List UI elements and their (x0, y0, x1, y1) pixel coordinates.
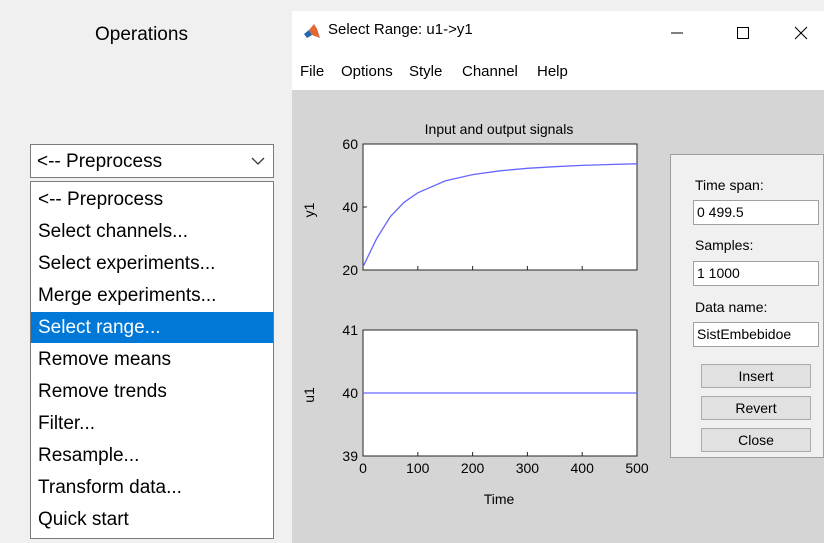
y-tick-label: 40 (342, 385, 358, 401)
combobox-value: <-- Preprocess (37, 151, 163, 172)
samples-field[interactable]: 1 1000 (693, 261, 819, 286)
top-axes-box[interactable] (362, 143, 638, 271)
dropdown-item[interactable]: Quick start (31, 504, 273, 535)
y-tick-label: 41 (342, 322, 358, 338)
maximize-icon[interactable] (720, 11, 766, 54)
chevron-down-icon[interactable] (243, 145, 273, 177)
select-range-window: Select Range: u1->y1 File Options Style … (292, 11, 824, 543)
data-name-field[interactable]: SistEmbebidoe (693, 322, 819, 347)
x-tick-label: 400 (571, 460, 595, 476)
menu-file[interactable]: File (300, 63, 324, 80)
dropdown-item[interactable]: Transform data... (31, 472, 273, 503)
samples-label: Samples: (695, 237, 754, 253)
y-tick-label: 40 (342, 199, 358, 215)
screen: Operations <-- Preprocess <-- Preprocess… (0, 0, 824, 543)
menu-options[interactable]: Options (341, 63, 393, 80)
close-button[interactable]: Close (701, 428, 811, 452)
data-name-label: Data name: (695, 299, 768, 315)
dropdown-item[interactable]: Select experiments... (31, 248, 273, 279)
time-span-field[interactable]: 0 499.5 (693, 200, 819, 225)
dropdown-item[interactable]: Filter... (31, 408, 273, 439)
range-side-panel: Time span: 0 499.5 Samples: 1 1000 Data … (670, 154, 824, 458)
menu-help[interactable]: Help (537, 63, 568, 80)
x-tick-label: 500 (625, 460, 649, 476)
menu-style[interactable]: Style (409, 63, 442, 80)
operations-dropdown-list: <-- Preprocess Select channels... Select e… (30, 181, 274, 539)
menu-channel[interactable]: Channel (462, 63, 518, 80)
x-tick-label: 0 (359, 460, 367, 476)
dropdown-item[interactable]: Remove trends (31, 376, 273, 407)
bottom-ylabel: u1 (301, 387, 317, 403)
dropdown-item[interactable]: Select range... (31, 312, 273, 343)
revert-button[interactable]: Revert (701, 396, 811, 420)
menu-bar: File Options Style Channel Help (292, 54, 824, 90)
figure-area: Input and output signals 60 40 20 y1 41 40 3… (292, 90, 824, 543)
plots-svg: Input and output signals 60 40 20 y1 41 40 3… (301, 121, 649, 507)
dropdown-item[interactable]: Resample... (31, 440, 273, 471)
window-title: Select Range: u1->y1 (328, 21, 473, 38)
time-span-label: Time span: (695, 177, 764, 193)
x-tick-label: 100 (406, 460, 430, 476)
operations-title: Operations (95, 24, 188, 45)
y-tick-label: 20 (342, 262, 358, 278)
x-tick-label: 300 (516, 460, 540, 476)
dropdown-item[interactable]: <-- Preprocess (31, 184, 273, 215)
plot-title: Input and output signals (425, 121, 574, 137)
x-axis-label: Time (484, 491, 515, 507)
y-tick-label: 39 (342, 448, 358, 464)
minimize-icon[interactable] (654, 11, 700, 54)
x-tick-label: 200 (461, 460, 485, 476)
matlab-logo-icon (303, 23, 321, 41)
dropdown-item[interactable]: Merge experiments... (31, 280, 273, 311)
y-tick-label: 60 (342, 136, 358, 152)
insert-button[interactable]: Insert (701, 364, 811, 388)
operations-combobox[interactable]: <-- Preprocess (30, 144, 274, 178)
top-ylabel: y1 (301, 202, 317, 217)
dropdown-item[interactable]: Select channels... (31, 216, 273, 247)
window-titlebar: Select Range: u1->y1 (292, 11, 824, 54)
close-icon[interactable] (778, 11, 824, 54)
dropdown-item[interactable]: Remove means (31, 344, 273, 375)
